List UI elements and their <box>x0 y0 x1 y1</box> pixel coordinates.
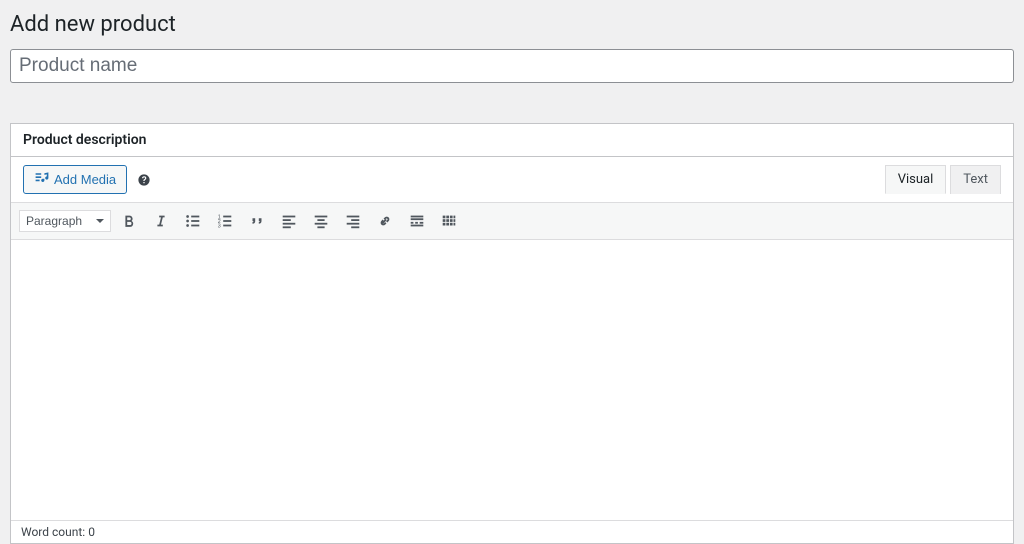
italic-button[interactable] <box>147 207 175 235</box>
align-right-button[interactable] <box>339 207 367 235</box>
bullet-list-button[interactable] <box>179 207 207 235</box>
word-count-value: 0 <box>88 525 95 539</box>
product-description-metabox: Product description Add Media Visual Tex… <box>10 123 1014 544</box>
editor-footer: Word count: 0 <box>11 520 1013 543</box>
svg-text:3: 3 <box>218 223 221 229</box>
blockquote-button[interactable] <box>243 207 271 235</box>
tab-visual[interactable]: Visual <box>885 165 947 194</box>
metabox-title: Product description <box>11 124 1013 157</box>
align-left-button[interactable] <box>275 207 303 235</box>
page-title: Add new product <box>10 12 1014 37</box>
add-media-label: Add Media <box>54 172 116 187</box>
add-media-button[interactable]: Add Media <box>23 165 127 194</box>
product-name-input[interactable] <box>10 49 1014 83</box>
toolbar-toggle-button[interactable] <box>435 207 463 235</box>
format-select[interactable]: Paragraph <box>19 210 111 232</box>
word-count-label: Word count: <box>21 525 85 539</box>
align-center-button[interactable] <box>307 207 335 235</box>
insert-readmore-button[interactable] <box>403 207 431 235</box>
editor-top-row: Add Media Visual Text <box>11 157 1013 202</box>
bold-button[interactable] <box>115 207 143 235</box>
camera-music-icon <box>34 170 50 189</box>
numbered-list-button[interactable]: 123 <box>211 207 239 235</box>
editor-toolbar: Paragraph 123 <box>11 202 1013 240</box>
tab-text[interactable]: Text <box>950 165 1001 194</box>
editor-content-area[interactable] <box>11 240 1013 520</box>
help-icon[interactable] <box>137 173 151 187</box>
insert-link-button[interactable] <box>371 207 399 235</box>
editor-mode-tabs: Visual Text <box>881 165 1001 194</box>
